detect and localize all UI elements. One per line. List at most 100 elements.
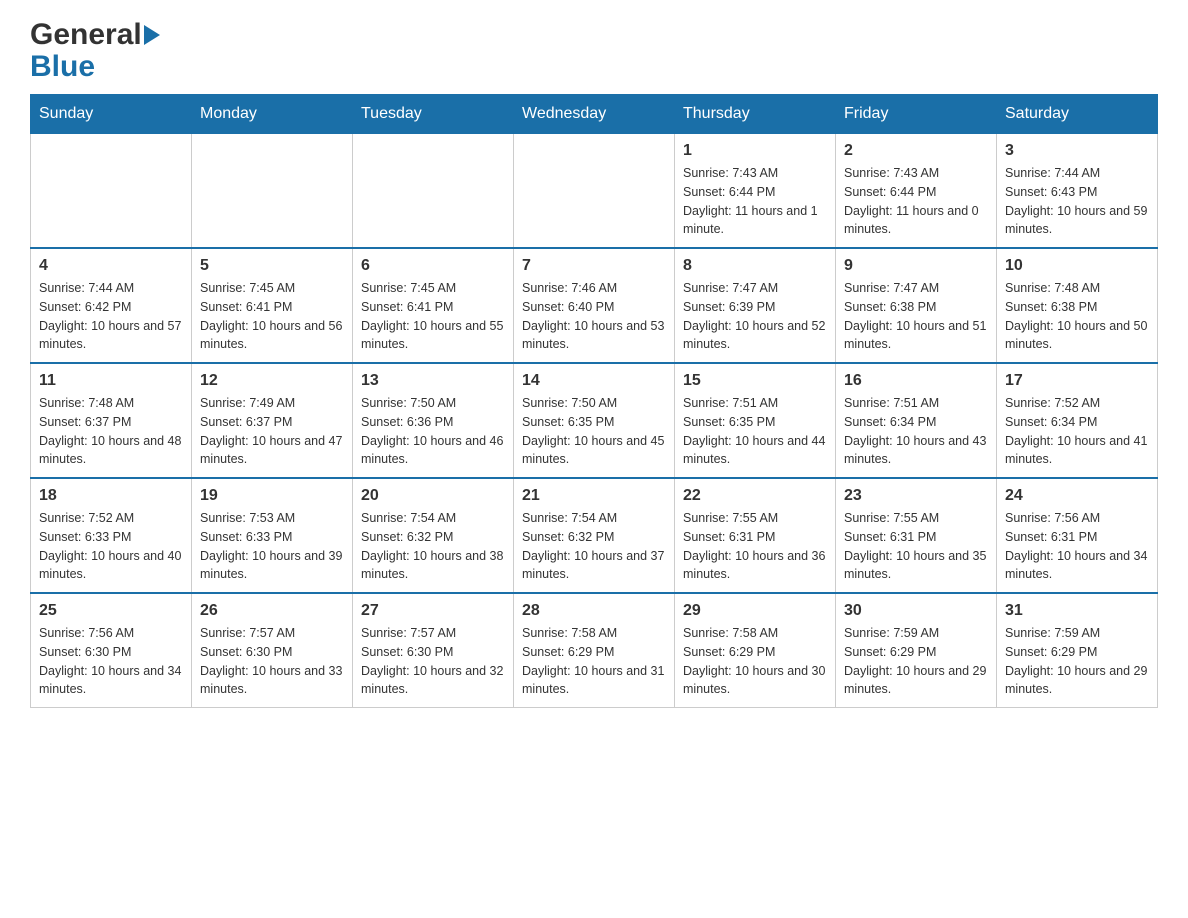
calendar-cell: 7Sunrise: 7:46 AMSunset: 6:40 PMDaylight…	[514, 248, 675, 363]
calendar-cell: 16 Sunrise: 7:51 AMSunset: 6:34 PMDayligh…	[836, 363, 997, 478]
day-number: 18	[39, 487, 183, 505]
calendar-cell: 22 Sunrise: 7:55 AMSunset: 6:31 PMDayligh…	[675, 478, 836, 593]
day-number: 25	[39, 602, 183, 620]
day-number: 11	[39, 372, 183, 390]
day-number: 4	[39, 257, 183, 275]
calendar-cell: 21Sunrise: 7:54 AMSunset: 6:32 PMDayligh…	[514, 478, 675, 593]
day-info: Sunrise: 7:59 AMSunset: 6:29 PMDaylight:…	[844, 624, 988, 699]
day-info: Sunrise: 7:50 AMSunset: 6:36 PMDaylight:…	[361, 394, 505, 469]
day-info: Sunrise: 7:47 AMSunset: 6:38 PMDaylight:…	[844, 279, 988, 354]
day-info: Sunrise: 7:54 AMSunset: 6:32 PMDaylight:…	[522, 509, 666, 584]
weekday-header-thursday: Thursday	[675, 95, 836, 134]
day-number: 27	[361, 602, 505, 620]
calendar-cell: 11Sunrise: 7:48 AMSunset: 6:37 PMDayligh…	[31, 363, 192, 478]
day-info: Sunrise: 7:47 AMSunset: 6:39 PMDaylight:…	[683, 279, 827, 354]
calendar-cell: 20 Sunrise: 7:54 AMSunset: 6:32 PMDayligh…	[353, 478, 514, 593]
day-number: 1	[683, 142, 827, 160]
day-info: Sunrise: 7:50 AMSunset: 6:35 PMDaylight:…	[522, 394, 666, 469]
calendar-cell: 17Sunrise: 7:52 AMSunset: 6:34 PMDayligh…	[997, 363, 1158, 478]
day-info: Sunrise: 7:45 AMSunset: 6:41 PMDaylight:…	[361, 279, 505, 354]
calendar-cell	[31, 134, 192, 249]
day-info: Sunrise: 7:43 AMSunset: 6:44 PMDaylight:…	[683, 164, 827, 239]
calendar-cell: 19 Sunrise: 7:53 AMSunset: 6:33 PMDayligh…	[192, 478, 353, 593]
calendar-cell: 13 Sunrise: 7:50 AMSunset: 6:36 PMDayligh…	[353, 363, 514, 478]
calendar-cell: 18 Sunrise: 7:52 AMSunset: 6:33 PMDayligh…	[31, 478, 192, 593]
day-info: Sunrise: 7:49 AMSunset: 6:37 PMDaylight:…	[200, 394, 344, 469]
calendar-week-4: 18 Sunrise: 7:52 AMSunset: 6:33 PMDayligh…	[31, 478, 1158, 593]
calendar-week-5: 25Sunrise: 7:56 AMSunset: 6:30 PMDayligh…	[31, 593, 1158, 708]
day-number: 9	[844, 257, 988, 275]
day-number: 26	[200, 602, 344, 620]
day-number: 23	[844, 487, 988, 505]
calendar-cell: 4 Sunrise: 7:44 AMSunset: 6:42 PMDaylight…	[31, 248, 192, 363]
weekday-header-tuesday: Tuesday	[353, 95, 514, 134]
calendar-cell	[514, 134, 675, 249]
logo-general-text: General	[30, 20, 142, 50]
calendar-cell	[192, 134, 353, 249]
day-info: Sunrise: 7:45 AMSunset: 6:41 PMDaylight:…	[200, 279, 344, 354]
day-number: 13	[361, 372, 505, 390]
day-number: 7	[522, 257, 666, 275]
day-info: Sunrise: 7:52 AMSunset: 6:33 PMDaylight:…	[39, 509, 183, 584]
calendar-cell: 1 Sunrise: 7:43 AMSunset: 6:44 PMDaylight…	[675, 134, 836, 249]
day-number: 6	[361, 257, 505, 275]
logo: General Blue	[30, 20, 160, 84]
day-info: Sunrise: 7:51 AMSunset: 6:34 PMDaylight:…	[844, 394, 988, 469]
day-info: Sunrise: 7:53 AMSunset: 6:33 PMDaylight:…	[200, 509, 344, 584]
day-number: 15	[683, 372, 827, 390]
day-number: 22	[683, 487, 827, 505]
day-info: Sunrise: 7:57 AMSunset: 6:30 PMDaylight:…	[361, 624, 505, 699]
calendar-cell: 26 Sunrise: 7:57 AMSunset: 6:30 PMDayligh…	[192, 593, 353, 708]
calendar-cell: 10 Sunrise: 7:48 AMSunset: 6:38 PMDayligh…	[997, 248, 1158, 363]
day-info: Sunrise: 7:55 AMSunset: 6:31 PMDaylight:…	[844, 509, 988, 584]
day-info: Sunrise: 7:54 AMSunset: 6:32 PMDaylight:…	[361, 509, 505, 584]
calendar-cell: 27 Sunrise: 7:57 AMSunset: 6:30 PMDayligh…	[353, 593, 514, 708]
day-number: 24	[1005, 487, 1149, 505]
calendar-cell: 8Sunrise: 7:47 AMSunset: 6:39 PMDaylight…	[675, 248, 836, 363]
weekday-header-row: SundayMondayTuesdayWednesdayThursdayFrid…	[31, 95, 1158, 134]
day-info: Sunrise: 7:58 AMSunset: 6:29 PMDaylight:…	[683, 624, 827, 699]
day-info: Sunrise: 7:43 AMSunset: 6:44 PMDaylight:…	[844, 164, 988, 239]
day-info: Sunrise: 7:44 AMSunset: 6:42 PMDaylight:…	[39, 279, 183, 354]
day-info: Sunrise: 7:58 AMSunset: 6:29 PMDaylight:…	[522, 624, 666, 699]
calendar-cell: 14 Sunrise: 7:50 AMSunset: 6:35 PMDayligh…	[514, 363, 675, 478]
day-number: 10	[1005, 257, 1149, 275]
weekday-header-monday: Monday	[192, 95, 353, 134]
calendar-cell: 28Sunrise: 7:58 AMSunset: 6:29 PMDayligh…	[514, 593, 675, 708]
day-number: 19	[200, 487, 344, 505]
calendar-cell: 6 Sunrise: 7:45 AMSunset: 6:41 PMDaylight…	[353, 248, 514, 363]
day-number: 5	[200, 257, 344, 275]
day-number: 30	[844, 602, 988, 620]
day-info: Sunrise: 7:57 AMSunset: 6:30 PMDaylight:…	[200, 624, 344, 699]
calendar-cell: 30 Sunrise: 7:59 AMSunset: 6:29 PMDayligh…	[836, 593, 997, 708]
day-number: 14	[522, 372, 666, 390]
calendar-cell: 3Sunrise: 7:44 AMSunset: 6:43 PMDaylight…	[997, 134, 1158, 249]
day-info: Sunrise: 7:51 AMSunset: 6:35 PMDaylight:…	[683, 394, 827, 469]
day-number: 29	[683, 602, 827, 620]
day-number: 17	[1005, 372, 1149, 390]
calendar-cell: 25Sunrise: 7:56 AMSunset: 6:30 PMDayligh…	[31, 593, 192, 708]
calendar-cell	[353, 134, 514, 249]
day-info: Sunrise: 7:59 AMSunset: 6:29 PMDaylight:…	[1005, 624, 1149, 699]
calendar-table: SundayMondayTuesdayWednesdayThursdayFrid…	[30, 94, 1158, 708]
logo-blue-text: Blue	[30, 50, 95, 83]
day-info: Sunrise: 7:44 AMSunset: 6:43 PMDaylight:…	[1005, 164, 1149, 239]
calendar-cell: 12 Sunrise: 7:49 AMSunset: 6:37 PMDayligh…	[192, 363, 353, 478]
day-info: Sunrise: 7:55 AMSunset: 6:31 PMDaylight:…	[683, 509, 827, 584]
weekday-header-friday: Friday	[836, 95, 997, 134]
day-number: 16	[844, 372, 988, 390]
calendar-cell: 23 Sunrise: 7:55 AMSunset: 6:31 PMDayligh…	[836, 478, 997, 593]
day-info: Sunrise: 7:48 AMSunset: 6:38 PMDaylight:…	[1005, 279, 1149, 354]
day-info: Sunrise: 7:56 AMSunset: 6:31 PMDaylight:…	[1005, 509, 1149, 584]
calendar-week-2: 4 Sunrise: 7:44 AMSunset: 6:42 PMDaylight…	[31, 248, 1158, 363]
calendar-cell: 2 Sunrise: 7:43 AMSunset: 6:44 PMDaylight…	[836, 134, 997, 249]
calendar-cell: 15 Sunrise: 7:51 AMSunset: 6:35 PMDayligh…	[675, 363, 836, 478]
day-number: 20	[361, 487, 505, 505]
day-number: 31	[1005, 602, 1149, 620]
weekday-header-wednesday: Wednesday	[514, 95, 675, 134]
calendar-week-3: 11Sunrise: 7:48 AMSunset: 6:37 PMDayligh…	[31, 363, 1158, 478]
day-number: 12	[200, 372, 344, 390]
calendar-cell: 29 Sunrise: 7:58 AMSunset: 6:29 PMDayligh…	[675, 593, 836, 708]
calendar-cell: 9 Sunrise: 7:47 AMSunset: 6:38 PMDaylight…	[836, 248, 997, 363]
day-number: 2	[844, 142, 988, 160]
